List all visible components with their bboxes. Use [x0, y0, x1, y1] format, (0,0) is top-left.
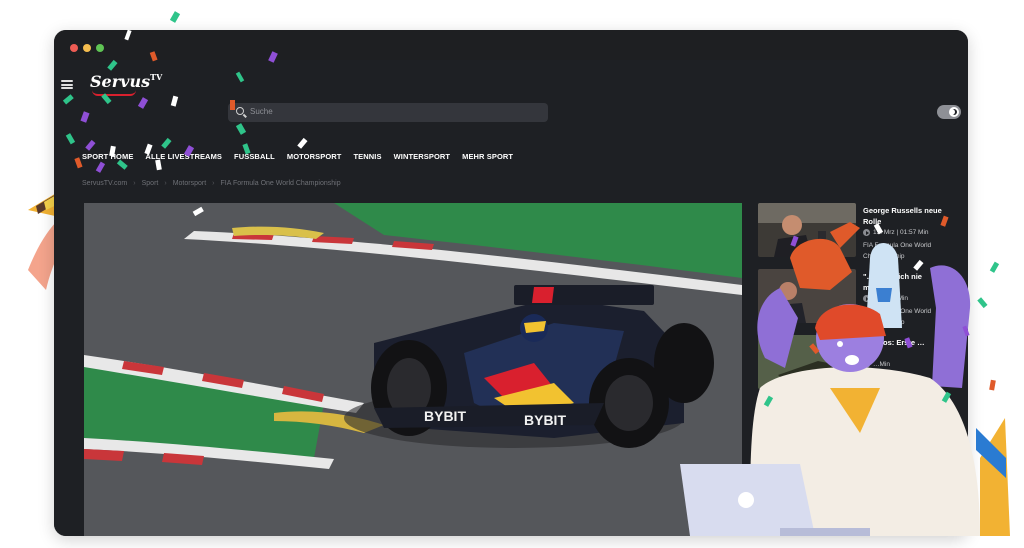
video-meta: …Min	[863, 361, 890, 368]
play-icon	[863, 361, 870, 368]
search-placeholder: Suche	[250, 107, 273, 116]
video-thumbnail[interactable]	[758, 335, 856, 389]
breadcrumb-sport[interactable]: Sport	[142, 180, 159, 187]
chevron-right-icon: ›	[164, 180, 167, 187]
video-title[interactable]: George Russells neue Rolle	[863, 205, 955, 227]
search-icon	[236, 107, 244, 115]
minimize-window-button[interactable]	[83, 44, 91, 52]
play-icon	[863, 229, 870, 236]
video-title[interactable]: …Autos: Erste …	[863, 337, 955, 348]
breadcrumb-motorsport[interactable]: Motorsport	[173, 180, 206, 187]
maximize-window-button[interactable]	[96, 44, 104, 52]
browser-window: ServusTV Suche SPORT HOME ALLE LIVESTREA…	[54, 30, 968, 536]
nav-fussball[interactable]: FUSSBALL	[234, 152, 275, 166]
video-card[interactable]: "…würde ich nie machen" …02:50 Min FIA F…	[758, 269, 954, 335]
chevron-right-icon: ›	[212, 180, 215, 187]
nav-motorsport[interactable]: MOTORSPORT	[287, 152, 342, 166]
search-input[interactable]: Suche	[228, 103, 548, 122]
video-thumbnail[interactable]	[758, 203, 856, 257]
breadcrumb-f1[interactable]: FIA Formula One World Championship	[221, 180, 341, 187]
video-category: FIA Formula One World Championship	[863, 308, 932, 326]
close-window-button[interactable]	[70, 44, 78, 52]
dark-mode-toggle[interactable]	[937, 105, 961, 119]
hero-video-image[interactable]: BYBIT BYBIT	[84, 203, 742, 536]
toggle-knob	[949, 107, 959, 117]
video-title[interactable]: "…würde ich nie machen"	[863, 271, 955, 293]
video-title[interactable]: … F1-75 von …	[863, 403, 955, 414]
video-card[interactable]: …Autos: Erste … …Min …World	[758, 335, 954, 401]
video-category: FIA Formula One World Championship	[863, 242, 932, 260]
nav-wintersport[interactable]: WINTERSPORT	[394, 152, 451, 166]
video-card[interactable]: George Russells neue Rolle 15. Mrz | 01:…	[758, 203, 954, 269]
servustv-page: ServusTV Suche SPORT HOME ALLE LIVESTREA…	[54, 60, 968, 536]
nav-alle-livestreams[interactable]: ALLE LIVESTREAMS	[145, 152, 222, 166]
video-thumbnail[interactable]	[758, 269, 856, 323]
nav-sport-home[interactable]: SPORT HOME	[82, 152, 133, 166]
breadcrumb: ServusTV.com › Sport › Motorsport › FIA …	[82, 180, 341, 187]
moon-icon	[951, 109, 957, 115]
logo-swoosh	[92, 90, 136, 96]
video-card[interactable]: … F1-75 von …	[758, 401, 954, 467]
play-icon	[863, 295, 870, 302]
title-bar	[54, 30, 968, 60]
video-meta: …02:50 Min	[863, 295, 908, 302]
video-meta: 15. Mrz | 01:57 Min	[863, 229, 929, 236]
video-thumbnail[interactable]	[758, 401, 856, 455]
menu-icon[interactable]	[61, 80, 73, 89]
nav-mehr-sport[interactable]: MEHR SPORT	[462, 152, 513, 166]
breadcrumb-home[interactable]: ServusTV.com	[82, 180, 127, 187]
main-nav: SPORT HOME ALLE LIVESTREAMS FUSSBALL MOT…	[82, 152, 513, 166]
video-category: …World	[863, 374, 887, 381]
car-sponsor-text: BYBIT	[424, 408, 466, 424]
chevron-right-icon: ›	[133, 180, 136, 187]
nav-tennis[interactable]: TENNIS	[353, 152, 381, 166]
car-sponsor-text-2: BYBIT	[524, 412, 566, 428]
related-videos: George Russells neue Rolle 15. Mrz | 01:…	[758, 203, 954, 467]
